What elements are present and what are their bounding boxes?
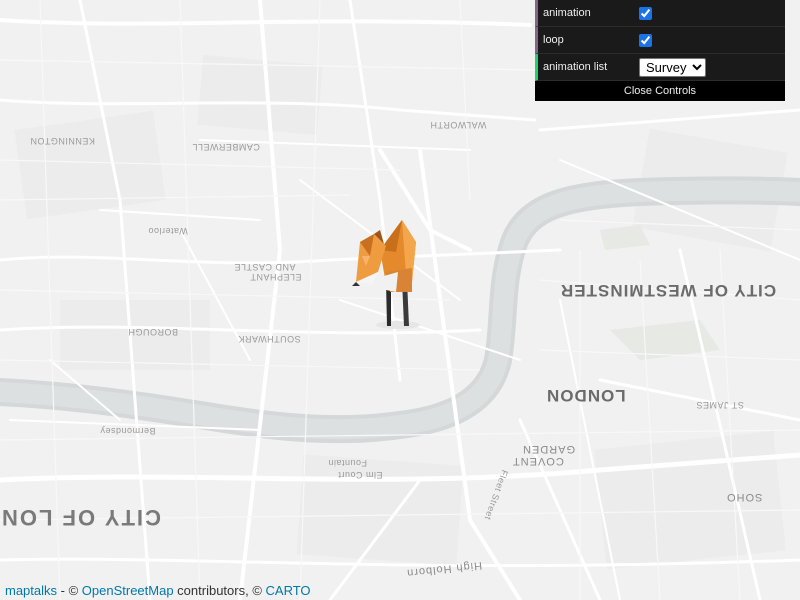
animation-row[interactable]: animation [535,0,785,27]
label-elm-court: Elm Court [338,470,383,480]
label-city-of-westminster: CITY OF WESTMINSTER [560,281,777,300]
label-southwark: SOUTHWARK [238,334,301,344]
label-and-castle: AND CASTLE [234,262,296,272]
maptalks-link[interactable]: maptalks [5,583,57,598]
openstreetmap-link[interactable]: OpenStreetMap [82,583,174,598]
label-borough: BOROUGH [128,327,179,337]
label-camberwell: CAMBERWELL [192,142,260,152]
animation-list-label: animation list [543,61,608,73]
attribution-sep: - © [57,583,82,598]
label-soho: SOHO [726,491,763,503]
close-controls-button[interactable]: Close Controls [535,81,785,101]
label-london: LONDON [546,386,626,405]
animation-checkbox[interactable] [639,6,652,20]
label-waterloo: Waterloo [148,226,188,236]
loop-label: loop [543,34,564,46]
label-garden: GARDEN [522,443,576,455]
carto-link[interactable]: CARTO [266,583,311,598]
label-fountain: Fountain [328,458,368,468]
label-walworth: WALWORTH [430,120,487,130]
attribution-contributors: contributors, © [173,583,266,598]
label-bermondsey: Bermondsey [100,426,156,436]
label-elephant: ELEPHANT [250,272,302,282]
map-attribution: maptalks - © OpenStreetMap contributors,… [0,583,315,600]
label-st-james: ST JAMES [696,400,744,410]
loop-checkbox[interactable] [639,33,652,47]
animation-label: animation [543,7,591,19]
label-city-of-london: CITY OF LON [0,505,161,530]
loop-row[interactable]: loop [535,27,785,54]
label-kennington: KENNINGTON [30,136,95,146]
animation-list-row[interactable]: animation list Survey [535,54,785,81]
fox-3d-model[interactable] [350,212,430,332]
animation-list-select[interactable]: Survey [639,57,706,77]
controls-panel: animation loop animation list Survey Clo… [535,0,785,101]
label-covent: COVENT [512,455,564,467]
